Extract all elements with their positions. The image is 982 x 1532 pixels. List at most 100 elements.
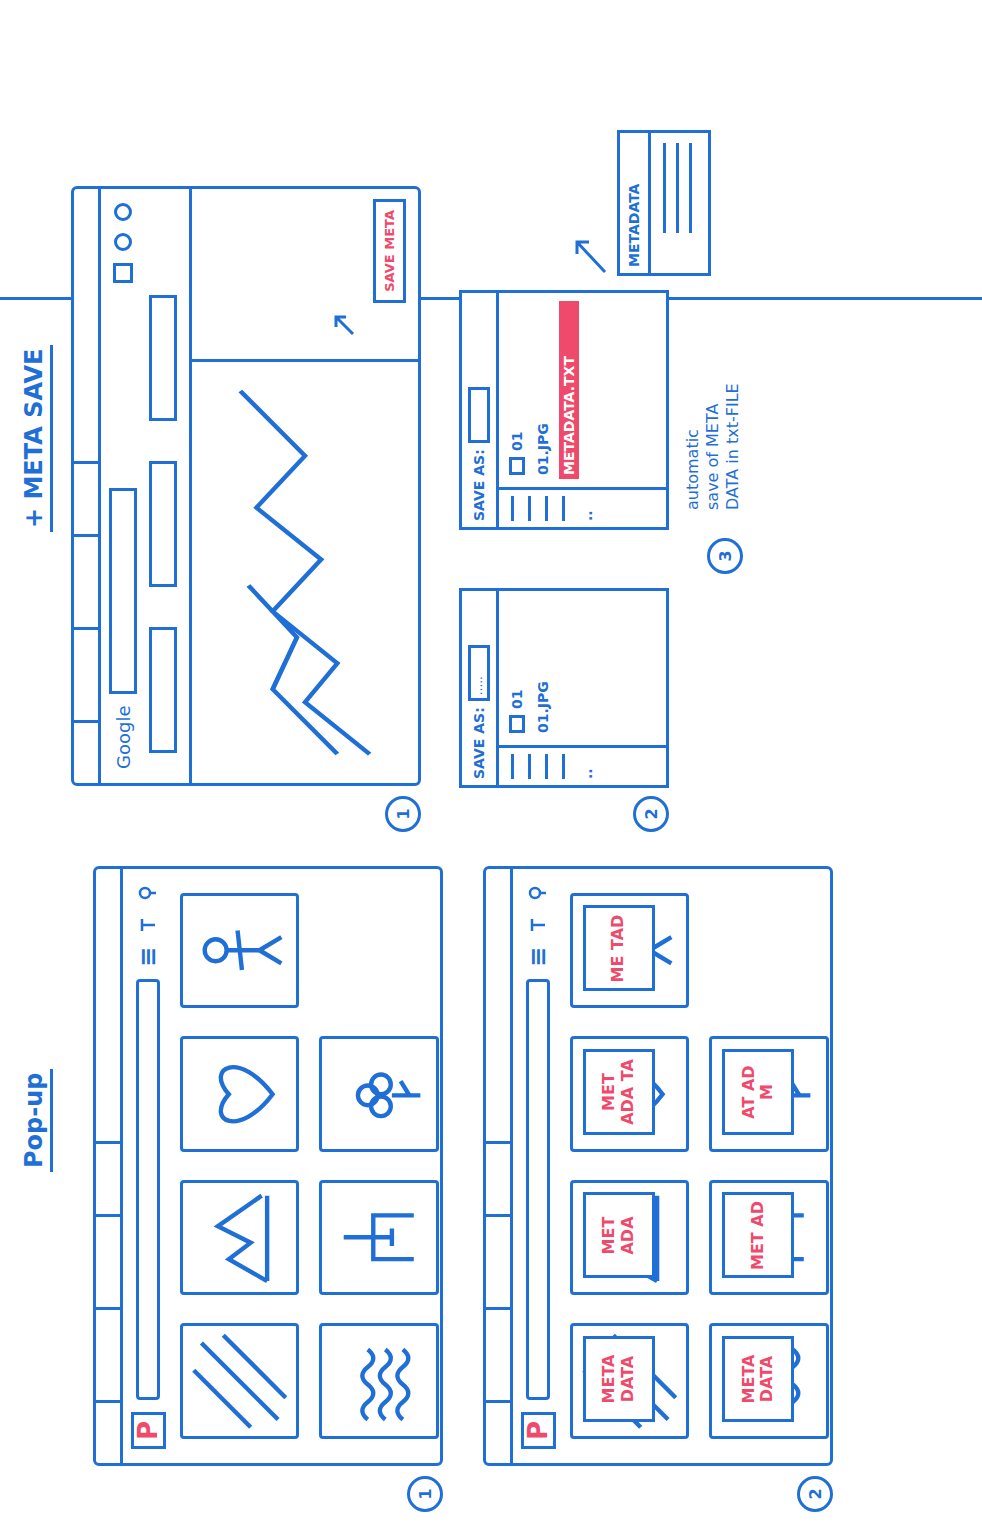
- browser-tab[interactable]: [74, 534, 98, 627]
- square-icon[interactable]: [113, 263, 133, 283]
- browser-tab[interactable]: [74, 720, 98, 783]
- file-row[interactable]: 01.JPG: [533, 599, 553, 737]
- sidebar-item[interactable]: [562, 754, 565, 779]
- sketch-picture-icon: [183, 1327, 297, 1437]
- metadata-popup: MET AD: [722, 1193, 794, 1279]
- metadata-popup: MET ADA TA: [583, 1049, 655, 1135]
- sidebar-item[interactable]: [511, 496, 514, 521]
- browser-tab[interactable]: [486, 1307, 510, 1400]
- image-card[interactable]: [319, 1324, 439, 1440]
- pin-icon[interactable]: [528, 915, 548, 935]
- folder-icon: [509, 715, 525, 733]
- file-row[interactable]: 01: [507, 301, 527, 479]
- search-bar[interactable]: [526, 979, 550, 1400]
- browser-tab[interactable]: [96, 1400, 120, 1463]
- step-number: 1: [385, 796, 421, 832]
- sketch-picture-icon: [322, 1327, 436, 1437]
- dialog-sidebar: ..: [499, 487, 666, 527]
- metadata-popup: MET ADA: [583, 1193, 655, 1279]
- sidebar-item[interactable]: [511, 754, 514, 779]
- sketch-sheet: Pop-up1P≡2P≡META DATAMET ADAMET ADA TAME…: [0, 0, 982, 1532]
- toolbar: P≡: [123, 869, 174, 1463]
- search-icon[interactable]: [528, 883, 548, 903]
- browser-tab[interactable]: [96, 1214, 120, 1307]
- sidebar-more: ..: [579, 496, 595, 521]
- image-card[interactable]: [180, 1324, 300, 1440]
- metadata-file: METADATA: [617, 130, 711, 276]
- result-bar[interactable]: [149, 627, 177, 753]
- image-card[interactable]: META DATA: [709, 1324, 829, 1440]
- sidebar-item[interactable]: [528, 754, 531, 779]
- sketch-picture-icon: [183, 896, 297, 1006]
- line-chart-icon: [208, 378, 402, 767]
- browser-window: P≡: [93, 866, 443, 1466]
- dialog-header: SAVE AS:.....: [462, 591, 499, 785]
- image-card[interactable]: [180, 893, 300, 1009]
- browser-window: Google SAVE META: [71, 186, 421, 786]
- sketch-picture-icon: [322, 1040, 436, 1150]
- image-card[interactable]: ME TAD: [570, 893, 690, 1009]
- site-logo[interactable]: P: [131, 1412, 166, 1449]
- search-icon[interactable]: [138, 883, 158, 903]
- pin-icon[interactable]: [138, 915, 158, 935]
- image-card[interactable]: [319, 1180, 439, 1296]
- search-bar[interactable]: [136, 979, 160, 1400]
- browser-window: P ≡ META DATA MET ADA MET ADA TA ME TAD META D…: [483, 866, 833, 1466]
- step-number: 2: [797, 1476, 833, 1512]
- file-row[interactable]: 01: [507, 599, 527, 737]
- step-number: 1: [407, 1476, 443, 1512]
- browser-tab[interactable]: [486, 1141, 510, 1214]
- toolbar: Google: [101, 189, 145, 783]
- browser-tab[interactable]: [96, 1141, 120, 1214]
- chart: [192, 359, 418, 783]
- arrow-icon: [328, 309, 358, 339]
- site-logo[interactable]: P: [521, 1412, 556, 1449]
- sidebar-item[interactable]: [545, 496, 548, 521]
- image-card[interactable]: [319, 1037, 439, 1153]
- google-logo[interactable]: Google: [113, 706, 134, 769]
- meta-save-heading: + META SAVE: [20, 345, 53, 532]
- circle-icon[interactable]: [114, 203, 132, 221]
- image-card[interactable]: [180, 1180, 300, 1296]
- step-number: 3: [707, 538, 743, 574]
- file-row[interactable]: METADATA.TXT: [559, 301, 579, 479]
- circle-icon[interactable]: [114, 233, 132, 251]
- metadata-popup: AT AD M: [722, 1049, 794, 1135]
- popup-heading: Pop-up: [20, 1069, 53, 1172]
- step-number: 2: [633, 796, 669, 832]
- menu-icon[interactable]: ≡: [526, 947, 550, 967]
- menu-icon[interactable]: ≡: [136, 947, 160, 967]
- filename-field[interactable]: [468, 387, 490, 443]
- save-step: 3SAVE AS:..0101.JPGMETADATA.TXTautomatic…: [459, 290, 743, 574]
- image-card[interactable]: MET ADA TA: [570, 1037, 690, 1153]
- result-bar[interactable]: [149, 461, 177, 587]
- browser-tab[interactable]: [74, 461, 98, 534]
- save-dialog: SAVE AS:.. 01 01.JPG METADATA.TXT: [459, 290, 669, 530]
- result-bars: [145, 189, 189, 783]
- sidebar-item[interactable]: [528, 496, 531, 521]
- browser-tab[interactable]: [96, 1307, 120, 1400]
- browser-tab[interactable]: [486, 1400, 510, 1463]
- browser-tab[interactable]: [486, 1214, 510, 1307]
- sidebar-item[interactable]: [545, 754, 548, 779]
- browser-tab[interactable]: [74, 627, 98, 720]
- save-flow: 2 SAVE AS:....... 01 01.JPG 3 SAVE AS:.. 01 01.…: [459, 30, 743, 832]
- save-meta-button[interactable]: SAVE META: [373, 199, 406, 303]
- image-card[interactable]: META DATA: [570, 1324, 690, 1440]
- image-card[interactable]: MET ADA: [570, 1180, 690, 1296]
- filename-field[interactable]: .....: [468, 645, 490, 701]
- image-card[interactable]: MET AD: [709, 1180, 829, 1296]
- dialog-header: SAVE AS:: [462, 293, 499, 527]
- file-row[interactable]: 01.JPG: [533, 301, 553, 479]
- save-as-label: SAVE AS:: [471, 707, 487, 779]
- image-card[interactable]: AT AD M: [709, 1037, 829, 1153]
- image-card[interactable]: [180, 1037, 300, 1153]
- side-panel: SAVE META: [192, 189, 418, 359]
- image-grid: META DATA MET ADA MET ADA TA ME TAD META DAT…: [564, 869, 847, 1463]
- search-bar[interactable]: [109, 488, 137, 694]
- sketch-picture-icon: [322, 1183, 436, 1293]
- metadata-popup: META DATA: [722, 1336, 794, 1422]
- sidebar-more: ..: [579, 754, 595, 779]
- sidebar-item[interactable]: [562, 496, 565, 521]
- result-bar[interactable]: [149, 295, 177, 421]
